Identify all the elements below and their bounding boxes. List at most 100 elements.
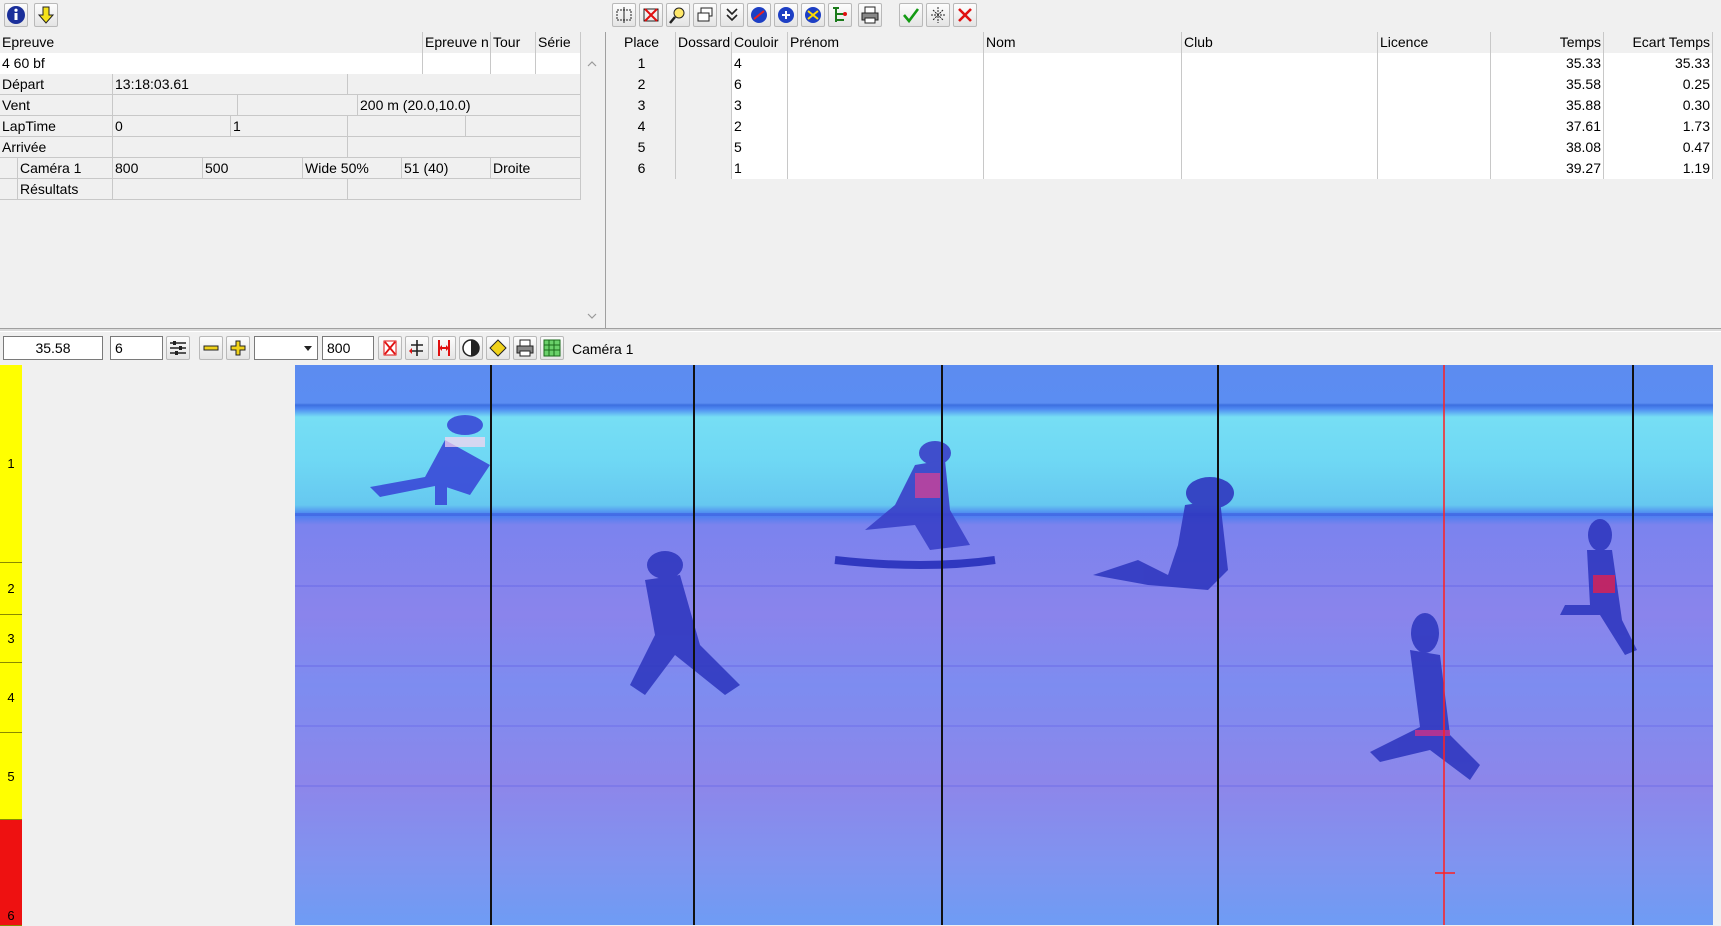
- results-cell-prenom[interactable]: [788, 53, 984, 74]
- results-cell-temps[interactable]: 35.88: [1491, 95, 1604, 116]
- vent-value-2[interactable]: [238, 95, 358, 116]
- grid-button[interactable]: [540, 336, 564, 360]
- results-cell-ecart[interactable]: 0.47: [1604, 137, 1713, 158]
- results-cell-licence[interactable]: [1378, 74, 1491, 95]
- select-frame-button[interactable]: [612, 3, 636, 27]
- time-marker-line[interactable]: [490, 365, 492, 925]
- col-header-club[interactable]: Club: [1182, 32, 1378, 53]
- results-row[interactable]: 5 5 38.08 0.47: [608, 137, 1713, 158]
- results-cell-club[interactable]: [1182, 116, 1378, 137]
- results-cell-temps[interactable]: 38.08: [1491, 137, 1604, 158]
- time-marker-line[interactable]: [1632, 365, 1634, 925]
- lane-marker[interactable]: 3: [0, 615, 22, 663]
- col-header-temps[interactable]: Temps: [1491, 32, 1604, 53]
- camera-frame-rate[interactable]: 51 (40): [402, 158, 491, 179]
- results-cell-club[interactable]: [1182, 95, 1378, 116]
- event-name[interactable]: 4 60 bf: [0, 53, 423, 74]
- results-cell-prenom[interactable]: [788, 116, 984, 137]
- camera-value-2[interactable]: 500: [203, 158, 303, 179]
- width-field[interactable]: 800: [322, 336, 374, 360]
- vent-row[interactable]: Vent 200 m (20.0,10.0): [0, 95, 581, 116]
- col-header-nom[interactable]: Nom: [984, 32, 1182, 53]
- results-cell-couloir[interactable]: 6: [732, 74, 788, 95]
- results-cell-club[interactable]: [1182, 53, 1378, 74]
- panel-splitter[interactable]: [0, 328, 1721, 332]
- runner-remove-button[interactable]: [801, 3, 825, 27]
- results-cell-place[interactable]: 4: [608, 116, 676, 137]
- results-extra[interactable]: [348, 179, 581, 200]
- photo-finish-image[interactable]: [295, 365, 1713, 925]
- depart-row[interactable]: Départ 13:18:03.61: [0, 74, 581, 95]
- results-cell-couloir[interactable]: 2: [732, 116, 788, 137]
- results-cell-prenom[interactable]: [788, 158, 984, 179]
- results-cell-licence[interactable]: [1378, 158, 1491, 179]
- lane-marker[interactable]: 5: [0, 733, 22, 820]
- print-button[interactable]: [858, 3, 882, 27]
- col-header-licence[interactable]: Licence: [1378, 32, 1491, 53]
- arrivee-extra[interactable]: [348, 137, 581, 158]
- col-header-dossard[interactable]: Dossard: [676, 32, 732, 53]
- results-row[interactable]: 3 3 35.88 0.30: [608, 95, 1713, 116]
- zoom-out-button[interactable]: [199, 336, 223, 360]
- results-cell-licence[interactable]: [1378, 95, 1491, 116]
- clear-lines-button[interactable]: [378, 336, 402, 360]
- time-marker-line[interactable]: [941, 365, 943, 925]
- lane-marker[interactable]: 4: [0, 663, 22, 733]
- results-cell-nom[interactable]: [984, 74, 1182, 95]
- results-row[interactable]: 4 2 37.61 1.73: [608, 116, 1713, 137]
- results-cell-couloir[interactable]: 1: [732, 158, 788, 179]
- results-cell-place[interactable]: 5: [608, 137, 676, 158]
- arrivee-value[interactable]: [113, 137, 348, 158]
- zoom-button[interactable]: [666, 3, 690, 27]
- results-cell-temps[interactable]: 35.58: [1491, 74, 1604, 95]
- info-button[interactable]: [4, 3, 28, 27]
- results-row[interactable]: Résultats: [0, 179, 581, 200]
- check-list-button[interactable]: [720, 3, 744, 27]
- download-button[interactable]: [34, 3, 58, 27]
- results-cell-prenom[interactable]: [788, 95, 984, 116]
- camera-row[interactable]: Caméra 1 800 500 Wide 50% 51 (40) Droite: [0, 158, 581, 179]
- delete-frame-button[interactable]: [639, 3, 663, 27]
- results-cell-dossard[interactable]: [676, 53, 732, 74]
- results-cell-prenom[interactable]: [788, 74, 984, 95]
- contrast-button[interactable]: [459, 336, 483, 360]
- lane-marker[interactable]: 1: [0, 365, 22, 563]
- event-grid-scrollbar[interactable]: [583, 54, 601, 326]
- results-cell-temps[interactable]: 35.33: [1491, 53, 1604, 74]
- results-cell-couloir[interactable]: 5: [732, 137, 788, 158]
- cancel-button[interactable]: [953, 3, 977, 27]
- camera-mode[interactable]: Wide 50%: [303, 158, 402, 179]
- results-cell-place[interactable]: 2: [608, 74, 676, 95]
- results-cell-ecart[interactable]: 1.73: [1604, 116, 1713, 137]
- event-number-cell[interactable]: [423, 53, 491, 74]
- laptime-value-3[interactable]: [348, 116, 466, 137]
- windows-button[interactable]: [693, 3, 717, 27]
- laptime-row[interactable]: LapTime 0 1: [0, 116, 581, 137]
- depart-time[interactable]: 13:18:03.61: [113, 74, 348, 95]
- results-cell-dossard[interactable]: [676, 137, 732, 158]
- col-header-epreuve-n[interactable]: Epreuve n: [423, 32, 491, 53]
- laptime-value-1[interactable]: 0: [113, 116, 231, 137]
- results-cell-ecart[interactable]: 35.33: [1604, 53, 1713, 74]
- results-cell-dossard[interactable]: [676, 95, 732, 116]
- results-cell-nom[interactable]: [984, 158, 1182, 179]
- camera-direction[interactable]: Droite: [491, 158, 581, 179]
- event-serie-cell[interactable]: [536, 53, 581, 74]
- vent-distance[interactable]: 200 m (20.0,10.0): [358, 95, 581, 116]
- results-row[interactable]: 2 6 35.58 0.25: [608, 74, 1713, 95]
- lane-marker[interactable]: 6: [0, 820, 22, 926]
- col-header-serie[interactable]: Série: [536, 32, 581, 53]
- zoom-in-button[interactable]: [226, 336, 250, 360]
- time-marker-line[interactable]: [1217, 365, 1219, 925]
- results-cell-nom[interactable]: [984, 53, 1182, 74]
- results-cell-couloir[interactable]: 4: [732, 53, 788, 74]
- event-tour-cell[interactable]: [491, 53, 536, 74]
- tree-button[interactable]: [828, 3, 852, 27]
- results-cell-dossard[interactable]: [676, 116, 732, 137]
- event-name-row[interactable]: 4 60 bf: [0, 53, 581, 74]
- results-cell-dossard[interactable]: [676, 158, 732, 179]
- lane-field[interactable]: 6: [110, 336, 163, 360]
- col-header-epreuve[interactable]: Epreuve: [0, 32, 423, 53]
- split-button[interactable]: [926, 3, 950, 27]
- laptime-value-2[interactable]: 1: [231, 116, 348, 137]
